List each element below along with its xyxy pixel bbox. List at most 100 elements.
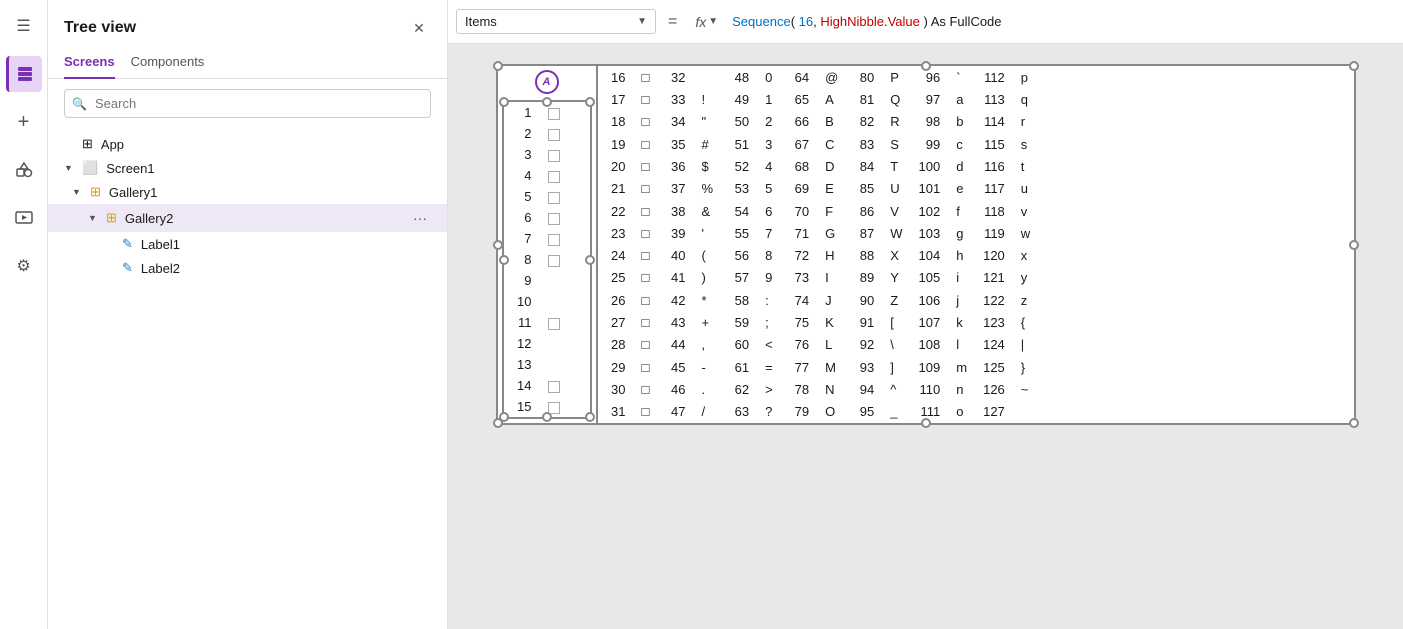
handle-bottom[interactable] [921,418,931,428]
inner-handle-b[interactable] [542,412,552,422]
cell-num: 121 [975,267,1013,289]
table-row: 2 [504,123,568,144]
cell-num: 50 [721,111,757,133]
cell-char: □ [634,222,658,244]
settings-icon[interactable]: ⚙ [6,248,42,284]
cell-char: s [1013,133,1038,155]
tree-item-screen1[interactable]: ▼ ⬜ Screen1 [48,156,447,180]
handle-top[interactable] [921,61,931,71]
cell-char: C [817,133,846,155]
cell-num: 78 [781,378,817,400]
inner-handle-bl[interactable] [499,412,509,422]
cell-num: 47 [658,401,694,423]
cell-num: 19 [598,133,634,155]
cell-num: 59 [721,311,757,333]
table-row: 16□3248064@80P96`112p [598,66,1039,88]
cell-num: 90 [846,289,882,311]
table-row: 19□35#51367C83S99c115s [598,133,1039,155]
row-num: 14 [504,375,540,396]
cell-char: H [817,245,846,267]
expand-screen1: ▼ [64,163,78,173]
cell-char: A [817,88,846,110]
cell-char: | [1013,334,1038,356]
cell-char: 3 [757,133,781,155]
cell-num: 87 [846,222,882,244]
cell-char: : [757,289,781,311]
inner-handle-ml[interactable] [499,255,509,265]
screen1-label: Screen1 [106,161,431,176]
cell-num: 42 [658,289,694,311]
cell-num: 31 [598,401,634,423]
table-row: 5 [504,186,568,207]
table-row: 29□45-61=77M93]109m125} [598,356,1039,378]
cell-num: 71 [781,222,817,244]
cell-num: 69 [781,178,817,200]
cell-char: 8 [757,245,781,267]
cell-char: ; [757,311,781,333]
tree-item-label2[interactable]: ✎ Label2 [48,256,447,280]
cell-char: M [817,356,846,378]
cell-char: O [817,401,846,423]
row-num: 8 [504,249,540,270]
gallery2-icon: ⊞ [106,210,117,226]
layers-icon[interactable] [6,56,42,92]
inner-gallery-box: 123456789101112131415 [502,100,592,419]
cell-char: _ [882,401,910,423]
add-icon[interactable]: + [6,104,42,140]
cell-num: 29 [598,356,634,378]
shapes-icon[interactable] [6,152,42,188]
media-icon[interactable] [6,200,42,236]
inner-handle-mr[interactable] [585,255,595,265]
cell-num: 67 [781,133,817,155]
formula-prop-val: Value [888,14,920,29]
handle-mid-right[interactable] [1349,240,1359,250]
name-box-text: Items [465,14,633,29]
cell-num: 70 [781,200,817,222]
search-input[interactable] [64,89,431,118]
cell-num: 114 [975,111,1013,133]
cell-num: 79 [781,401,817,423]
tree-item-app[interactable]: ⊞ App [48,132,447,156]
cell-char: u [1013,178,1038,200]
handle-bottom-right[interactable] [1349,418,1359,428]
equals-sign: = [664,13,681,31]
row-num: 7 [504,228,540,249]
hamburger-icon[interactable]: ☰ [6,8,42,44]
cell-char: [ [882,311,910,333]
cell-char: y [1013,267,1038,289]
row-num: 13 [504,354,540,375]
cell-num: 112 [975,66,1013,88]
cell-num: 127 [975,401,1013,423]
tree-item-label1[interactable]: ✎ Label1 [48,232,447,256]
inner-handle-t[interactable] [542,97,552,107]
tree-item-gallery2[interactable]: ▼ ⊞ Gallery2 ··· [48,204,447,232]
cell-num: 84 [846,155,882,177]
cell-num: 20 [598,155,634,177]
cell-num: 72 [781,245,817,267]
inner-handle-br[interactable] [585,412,595,422]
fx-button[interactable]: fx ▼ [689,10,724,34]
gallery2-context-menu[interactable]: ··· [409,208,431,228]
cell-num: 51 [721,133,757,155]
name-box[interactable]: Items ▼ [456,9,656,34]
cell-num: 81 [846,88,882,110]
cell-num: 97 [911,88,949,110]
table-row: 12 [504,333,568,354]
inner-handle-tr[interactable] [585,97,595,107]
row-num: 1 [504,102,540,123]
tab-screens[interactable]: Screens [64,48,115,79]
handle-top-right[interactable] [1349,61,1359,71]
tab-components[interactable]: Components [131,48,205,79]
app-label: App [101,137,431,152]
inner-handle-tl[interactable] [499,97,509,107]
cell-num: 40 [658,245,694,267]
cell-char: r [1013,111,1038,133]
tree-item-gallery1[interactable]: ▼ ⊞ Gallery1 [48,180,447,204]
tree-search: 🔍 [64,89,431,118]
cell-num: 103 [911,222,949,244]
row-num: 2 [504,123,540,144]
fx-label: fx [695,14,706,30]
nav-icon: A [535,70,559,94]
cell-num: 118 [975,200,1013,222]
tree-close-button[interactable]: ✕ [407,16,431,40]
